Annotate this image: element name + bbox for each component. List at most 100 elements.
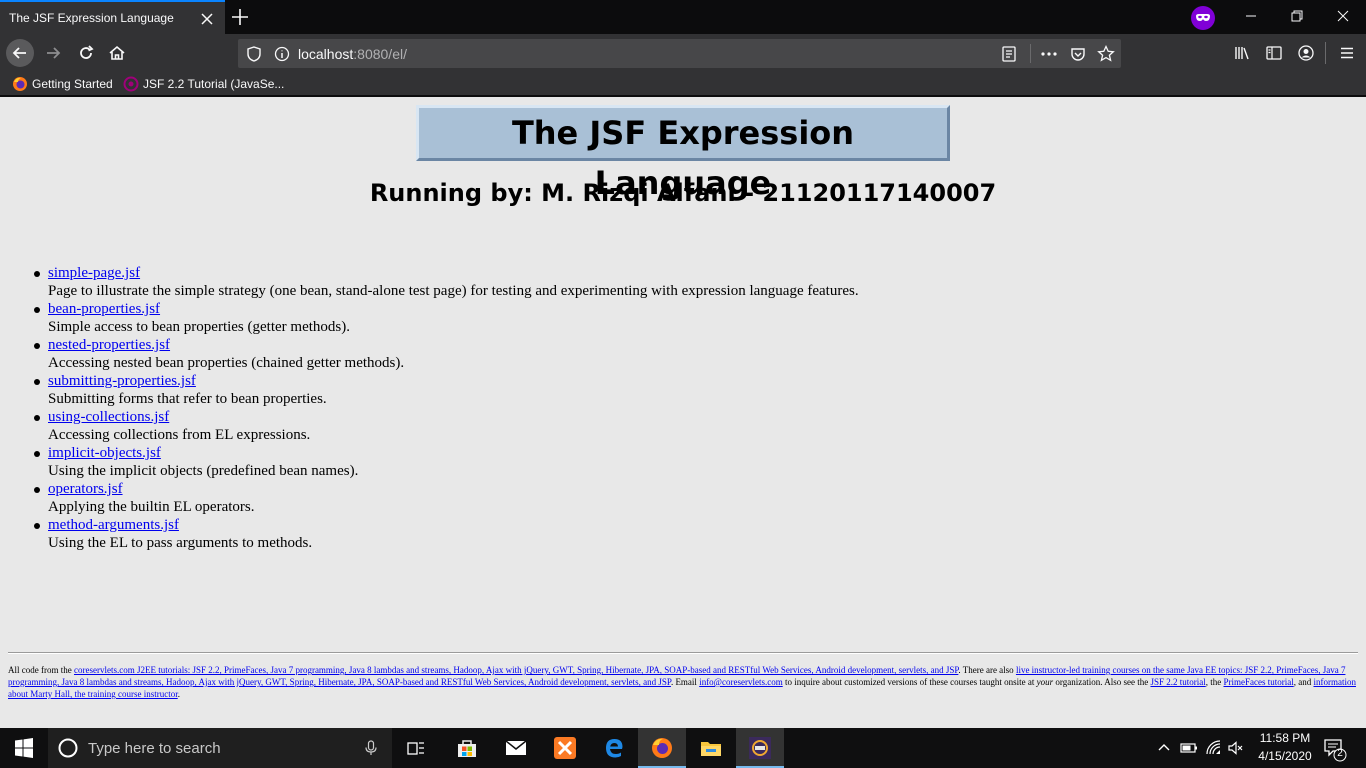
url-text[interactable]: localhost:8080/el/ bbox=[298, 46, 407, 62]
footer-text: organization. Also see the bbox=[1053, 677, 1151, 687]
footer-link-primefaces-tutorial[interactable]: PrimeFaces tutorial bbox=[1223, 677, 1293, 687]
close-window-icon[interactable] bbox=[1320, 0, 1366, 34]
url-bar[interactable]: localhost:8080/el/ bbox=[238, 39, 1121, 68]
search-placeholder: Type here to search bbox=[88, 740, 221, 757]
minimize-icon[interactable] bbox=[1228, 0, 1274, 34]
java-ee-ide-icon bbox=[749, 737, 771, 759]
volume-muted-icon[interactable] bbox=[1227, 739, 1245, 757]
url-host: localhost bbox=[298, 46, 354, 62]
footer-emphasis: your bbox=[1036, 677, 1054, 687]
taskbar-store[interactable] bbox=[443, 728, 491, 768]
taskbar-java-ee-ide[interactable] bbox=[736, 728, 784, 768]
list-item: using-collections.jsf Accessing collecti… bbox=[34, 408, 1248, 444]
taskbar-search[interactable]: Type here to search bbox=[48, 728, 392, 768]
active-tab[interactable]: The JSF Expression Language bbox=[0, 0, 225, 34]
list-item: method-arguments.jsf Using the EL to pas… bbox=[34, 516, 1248, 552]
new-tab-icon[interactable] bbox=[229, 6, 251, 28]
example-link[interactable]: method-arguments.jsf bbox=[48, 516, 1248, 534]
site-info-icon[interactable] bbox=[272, 44, 292, 64]
clock-time[interactable]: 11:58 PM bbox=[1248, 731, 1322, 745]
microsoft-store-icon bbox=[458, 740, 476, 757]
restore-icon[interactable] bbox=[1274, 0, 1320, 34]
bookmark-jsf-tutorial[interactable]: JSF 2.2 Tutorial (JavaSe... bbox=[123, 76, 285, 92]
chevron-up-icon[interactable] bbox=[1156, 740, 1172, 756]
battery-icon[interactable] bbox=[1180, 740, 1198, 756]
taskbar-xampp[interactable] bbox=[541, 728, 589, 768]
windows-logo-icon bbox=[15, 738, 33, 758]
list-item: implicit-objects.jsf Using the implicit … bbox=[34, 444, 1248, 480]
page-subtitle: Running by: M. Rizqi Alfani - 2112011714… bbox=[369, 179, 997, 207]
example-description: Accessing collections from EL expression… bbox=[48, 427, 311, 443]
private-browsing-icon bbox=[1191, 6, 1215, 30]
pocket-icon[interactable] bbox=[1068, 44, 1088, 64]
reload-icon[interactable] bbox=[72, 39, 100, 67]
example-link[interactable]: nested-properties.jsf bbox=[48, 336, 1248, 354]
example-description: Applying the builtin EL operators. bbox=[48, 499, 255, 515]
footer-divider bbox=[8, 652, 1358, 654]
bookmark-label: JSF 2.2 Tutorial (JavaSe... bbox=[143, 77, 285, 91]
tab-title: The JSF Expression Language bbox=[9, 11, 174, 25]
toolbar-separator bbox=[1325, 42, 1326, 64]
start-button[interactable] bbox=[0, 728, 48, 768]
forward-arrow-icon[interactable] bbox=[40, 39, 68, 67]
list-item: bean-properties.jsf Simple access to bea… bbox=[34, 300, 1248, 336]
task-view-icon bbox=[407, 742, 424, 755]
taskbar-mail[interactable] bbox=[492, 728, 540, 768]
clock-date[interactable]: 4/15/2020 bbox=[1248, 749, 1322, 763]
list-item: operators.jsf Applying the builtin EL op… bbox=[34, 480, 1248, 516]
footer-link-jsf-tutorial[interactable]: JSF 2.2 tutorial bbox=[1150, 677, 1205, 687]
file-explorer-icon bbox=[701, 742, 721, 756]
tab-bar: The JSF Expression Language bbox=[0, 0, 1366, 34]
bookmark-star-icon[interactable] bbox=[1096, 44, 1116, 64]
footer-link-email[interactable]: info@coreservlets.com bbox=[699, 677, 783, 687]
example-link[interactable]: implicit-objects.jsf bbox=[48, 444, 1248, 462]
example-link[interactable]: bean-properties.jsf bbox=[48, 300, 1248, 318]
taskbar: Type here to search 11:58 PM 4/15/2020 2 bbox=[0, 728, 1366, 768]
list-item: simple-page.jsf Page to illustrate the s… bbox=[34, 264, 1248, 300]
footer-text: , and bbox=[1293, 677, 1314, 687]
footer-link-tutorials[interactable]: coreservlets.com J2EE tutorials: JSF 2.2… bbox=[74, 665, 958, 675]
url-bar-separator bbox=[1030, 44, 1031, 63]
list-item: nested-properties.jsf Accessing nested b… bbox=[34, 336, 1248, 372]
reader-view-icon[interactable] bbox=[999, 44, 1019, 64]
example-description: Simple access to bean properties (getter… bbox=[48, 319, 350, 335]
example-description: Page to illustrate the simple strategy (… bbox=[48, 283, 859, 299]
mail-icon bbox=[505, 740, 527, 755]
footer-text: All code from the bbox=[8, 665, 74, 675]
close-tab-icon[interactable] bbox=[199, 11, 215, 27]
tracking-protection-icon[interactable] bbox=[244, 44, 264, 64]
page-actions-icon[interactable] bbox=[1039, 44, 1059, 64]
footer-text: . Email bbox=[670, 677, 700, 687]
account-icon[interactable] bbox=[1296, 43, 1316, 63]
xampp-icon bbox=[554, 737, 576, 759]
menu-icon[interactable] bbox=[1337, 43, 1357, 63]
back-button[interactable] bbox=[6, 39, 34, 67]
library-icon[interactable] bbox=[1232, 43, 1252, 63]
example-link[interactable]: simple-page.jsf bbox=[48, 264, 1248, 282]
firefox-icon bbox=[13, 77, 27, 91]
example-description: Accessing nested bean properties (chaine… bbox=[48, 355, 405, 371]
edge-icon bbox=[606, 739, 623, 758]
taskbar-file-explorer[interactable] bbox=[687, 728, 735, 768]
example-link[interactable]: submitting-properties.jsf bbox=[48, 372, 1248, 390]
taskbar-firefox[interactable] bbox=[638, 728, 686, 768]
microphone-icon[interactable] bbox=[362, 739, 380, 757]
taskbar-edge[interactable] bbox=[590, 728, 638, 768]
footer-text: . There are also bbox=[958, 665, 1016, 675]
notification-icon bbox=[1324, 739, 1347, 762]
sidebar-icon[interactable] bbox=[1264, 43, 1284, 63]
footer-text: , the bbox=[1205, 677, 1224, 687]
list-item: submitting-properties.jsf Submitting for… bbox=[34, 372, 1248, 408]
example-link[interactable]: using-collections.jsf bbox=[48, 408, 1248, 426]
title-banner: The JSF Expression Language bbox=[416, 105, 950, 202]
bookmark-getting-started[interactable]: Getting Started bbox=[12, 76, 122, 92]
url-path: :8080/el/ bbox=[353, 46, 407, 62]
bookmarks-toolbar: Getting Started JSF 2.2 Tutorial (JavaSe… bbox=[0, 72, 1366, 96]
firefox-icon bbox=[652, 738, 672, 758]
example-link[interactable]: operators.jsf bbox=[48, 480, 1248, 498]
action-center-button[interactable]: 2 bbox=[1322, 736, 1348, 762]
coreservlets-icon bbox=[123, 76, 139, 92]
network-icon[interactable] bbox=[1205, 739, 1223, 757]
task-view-button[interactable] bbox=[392, 728, 440, 768]
home-icon[interactable] bbox=[103, 39, 131, 67]
